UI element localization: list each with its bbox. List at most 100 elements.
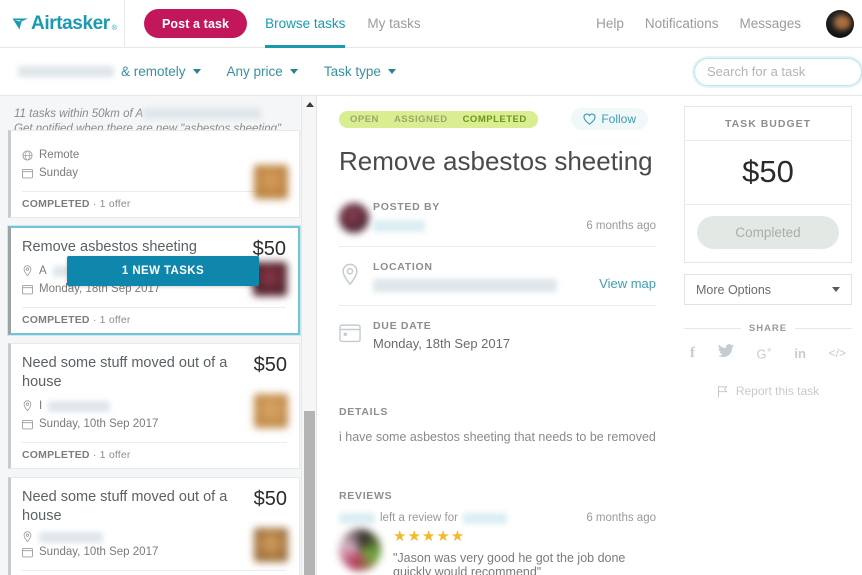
- task-card-location: Remote: [22, 146, 279, 164]
- filter-location[interactable]: & remotely: [18, 64, 201, 79]
- embed-code-icon[interactable]: </>: [829, 346, 846, 360]
- star-rating-icon: ★★★★★: [393, 528, 466, 546]
- task-card-offers: 1 offer: [99, 449, 131, 461]
- task-card-main: Remote Sunday: [22, 141, 287, 182]
- googleplus-icon[interactable]: G+: [756, 345, 771, 361]
- filter-bar: & remotely Any price Task type: [0, 48, 862, 96]
- heart-icon: [583, 113, 596, 125]
- follow-button[interactable]: Follow: [571, 108, 648, 130]
- calendar-icon: [22, 168, 33, 178]
- pin-icon: [23, 265, 32, 277]
- nav-link-my-tasks[interactable]: My tasks: [367, 0, 420, 48]
- task-count-location-blurred: [143, 108, 262, 120]
- reviewee-name-blurred: [462, 512, 507, 524]
- review-body: ★★★★★ "Jason was very good he got the jo…: [339, 529, 656, 575]
- task-card-footer: COMPLETED · 1 offer: [22, 307, 286, 333]
- search-input[interactable]: [694, 57, 862, 86]
- avatar[interactable]: [339, 529, 381, 572]
- due-date-row: DUE DATE Monday, 18th Sep 2017: [339, 306, 656, 364]
- chevron-down-icon: [387, 69, 396, 74]
- status-completed: COMPLETED: [462, 113, 527, 125]
- airtasker-logo[interactable]: Airtasker ®: [12, 13, 117, 35]
- task-card-status: COMPLETED: [22, 314, 90, 326]
- avatar[interactable]: [339, 203, 369, 233]
- avatar[interactable]: [826, 9, 854, 38]
- task-card-offers: 1 offer: [99, 198, 131, 210]
- task-card-main: Need some stuff moved out of a house Sun…: [22, 488, 254, 561]
- more-options-label: More Options: [696, 282, 772, 297]
- location-value: [373, 277, 599, 293]
- filter-price[interactable]: Any price: [227, 64, 298, 79]
- list-item[interactable]: Need some stuff moved out of a house I S…: [8, 343, 300, 469]
- nav-link-help[interactable]: Help: [596, 0, 624, 48]
- twitter-icon[interactable]: [717, 344, 734, 362]
- task-cards-scroll-container[interactable]: Remote Sunday COMPLETED · 1 offer Remove…: [0, 130, 316, 575]
- posted-by-avatar-wrap: [339, 201, 373, 233]
- content-area: 11 tasks within 50km of A Get notified w…: [0, 96, 862, 575]
- due-date-value: Monday, 18th Sep 2017: [373, 336, 511, 352]
- details-section: DETAILS i have some asbestos sheeting th…: [339, 406, 656, 446]
- follow-label: Follow: [601, 112, 636, 126]
- task-card-status: COMPLETED: [22, 449, 90, 461]
- nav-link-messages[interactable]: Messages: [739, 0, 801, 48]
- nav-link-notifications[interactable]: Notifications: [645, 0, 719, 48]
- filter-task-type[interactable]: Task type: [324, 64, 396, 79]
- list-item[interactable]: Remote Sunday COMPLETED · 1 offer: [8, 130, 300, 218]
- airtasker-logo-mark: [12, 18, 28, 29]
- task-detail-panel: OPEN ASSIGNED COMPLETED Follow Remove as…: [317, 96, 676, 575]
- filter-location-suffix: & remotely: [121, 64, 186, 79]
- task-card-location-text: A: [39, 265, 47, 277]
- scroll-up-arrow-icon[interactable]: [302, 96, 316, 112]
- location-body: LOCATION: [373, 261, 599, 293]
- scrollbar[interactable]: [301, 96, 316, 575]
- divider-left: [684, 328, 741, 329]
- globe-icon: [22, 149, 33, 161]
- list-item[interactable]: Need some stuff moved out of a house Sun…: [8, 477, 300, 575]
- primary-nav-links: Browse tasks My tasks: [265, 0, 443, 48]
- chevron-down-icon: [192, 69, 201, 74]
- linkedin-icon[interactable]: in: [794, 346, 806, 361]
- reviewer-name-blurred: [339, 512, 375, 524]
- task-card-date: Sunday, 10th Sep 2017: [22, 543, 246, 561]
- logo-area[interactable]: Airtasker ®: [0, 0, 125, 48]
- flag-icon: [717, 385, 728, 397]
- calendar-icon: [22, 547, 33, 557]
- post-a-task-button[interactable]: Post a task: [144, 9, 248, 38]
- task-card-price: $50: [253, 354, 287, 376]
- task-card-top: Need some stuff moved out of a house I S…: [22, 354, 287, 433]
- posted-by-body: POSTED BY: [373, 201, 586, 232]
- due-date-icon-wrap: [339, 320, 373, 343]
- divider-right: [795, 328, 853, 329]
- report-task-link[interactable]: Report this task: [684, 384, 852, 398]
- status-open: OPEN: [350, 113, 379, 125]
- completed-button[interactable]: Completed: [697, 216, 839, 249]
- view-map-link[interactable]: View map: [599, 276, 656, 292]
- task-card-footer: COMPLETED · 1 offer: [22, 442, 287, 468]
- task-list-panel: 11 tasks within 50km of A Get notified w…: [0, 96, 317, 575]
- posted-by-row: POSTED BY 6 months ago: [339, 187, 656, 247]
- more-options-dropdown[interactable]: More Options: [684, 274, 852, 305]
- task-card-location-text: Remote: [39, 149, 80, 161]
- nav-link-browse-tasks[interactable]: Browse tasks: [265, 0, 346, 48]
- task-card-avatar: [254, 394, 288, 428]
- due-date-body: DUE DATE Monday, 18th Sep 2017: [373, 320, 656, 351]
- task-card-top: Need some stuff moved out of a house Sun…: [22, 488, 287, 561]
- facebook-icon[interactable]: f: [690, 345, 695, 362]
- task-card-title: Need some stuff moved out of a house: [22, 489, 228, 524]
- review-quote: "Jason was very good he got the job done…: [393, 551, 626, 575]
- task-card-avatar: [254, 165, 288, 199]
- task-card-location: [22, 531, 246, 543]
- airtasker-app: Airtasker ® Post a task Browse tasks My …: [0, 0, 862, 575]
- task-budget-panel: TASK BUDGET $50 Completed More Options S…: [676, 96, 862, 575]
- pin-icon: [23, 531, 32, 543]
- review-header-line: left a review for 6 months ago: [339, 512, 656, 524]
- new-tasks-banner[interactable]: 1 NEW TASKS: [67, 256, 259, 286]
- task-card-date: Sunday: [22, 164, 279, 182]
- task-card-footer: COMPLETED · 1 offer: [22, 570, 287, 575]
- task-count-location: A: [135, 108, 144, 120]
- task-card-location-text: I: [39, 400, 43, 412]
- scrollbar-thumb[interactable]: [304, 411, 315, 575]
- details-label: DETAILS: [339, 406, 389, 419]
- task-card-location-blurred: [39, 531, 103, 543]
- location-row: LOCATION View map: [339, 247, 656, 307]
